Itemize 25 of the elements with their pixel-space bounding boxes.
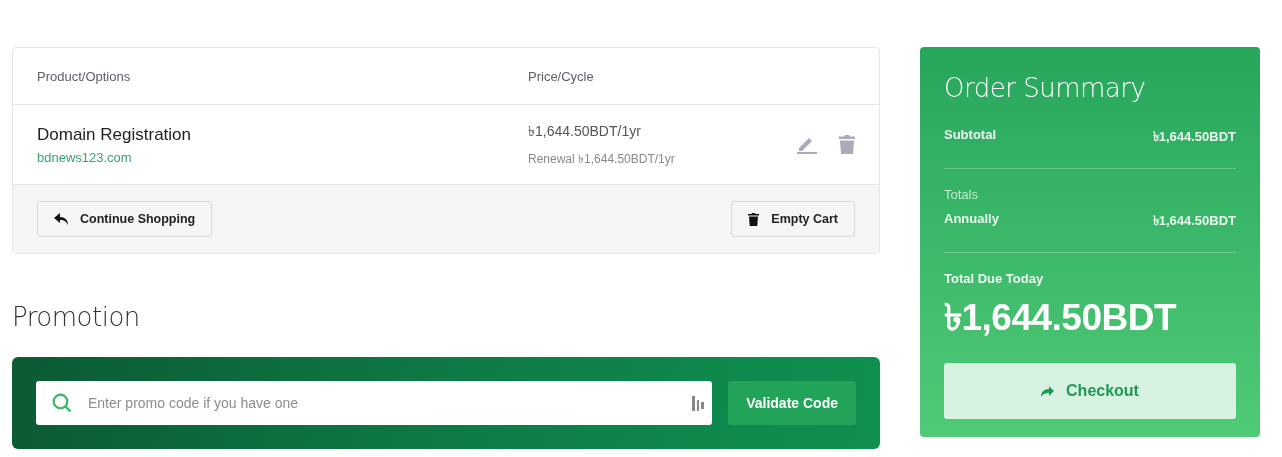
product-name: Domain Registration <box>37 124 192 145</box>
forward-arrow-icon <box>1041 385 1055 397</box>
trash-icon <box>748 212 760 226</box>
summary-amount: ৳1,644.50BDT <box>1152 212 1236 230</box>
summary-amount: ৳1,644.50BDT <box>1152 128 1236 146</box>
totals-heading: Totals <box>944 187 979 202</box>
renewal-price: Renewal ৳1,644.50BDT/1yr <box>528 150 676 168</box>
domain-name: bdnews123.com <box>37 149 132 165</box>
summary-label: Subtotal <box>944 127 996 144</box>
section-title: Promotion <box>12 302 141 332</box>
column-header: Price/Cycle <box>528 68 595 84</box>
search-icon <box>52 393 72 413</box>
continue-shopping-button[interactable]: Continue Shopping <box>37 201 213 237</box>
promo-code-field[interactable]: Enter promo code if you have one <box>36 381 713 425</box>
total-due-label: Total Due Today <box>944 271 1045 286</box>
summary-title: Order Summary <box>944 73 1147 103</box>
column-header: Product/Options <box>37 68 132 84</box>
bars-icon <box>692 395 705 411</box>
reply-arrow-icon <box>54 213 68 225</box>
edit-icon[interactable] <box>797 135 817 154</box>
price-text: ৳1,644.50BDT/1yr <box>528 121 642 141</box>
total-due-amount: ৳1,644.50BDT <box>944 296 1178 340</box>
trash-icon[interactable] <box>839 135 855 154</box>
empty-cart-button[interactable]: Empty Cart <box>731 201 855 237</box>
summary-label: Annually <box>944 211 999 228</box>
